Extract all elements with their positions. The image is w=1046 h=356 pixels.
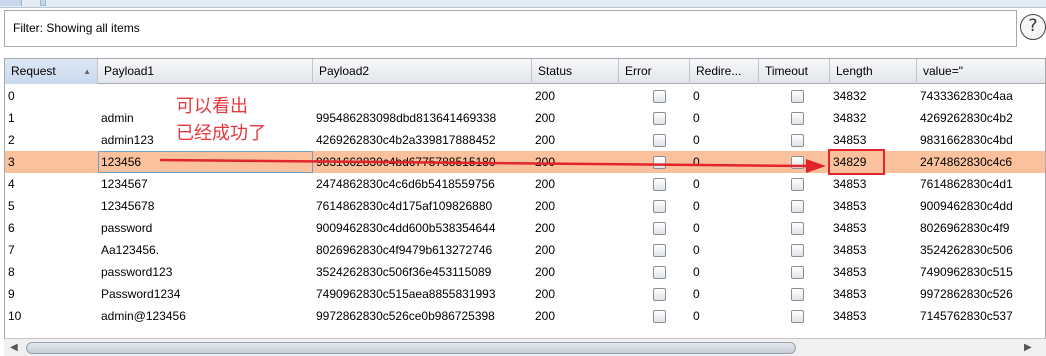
scroll-right-icon[interactable]: ▶	[1024, 342, 1032, 353]
scrollbar-thumb[interactable]	[26, 342, 796, 354]
annotation-arrow	[159, 158, 826, 173]
scroll-left-icon[interactable]: ◀	[10, 342, 18, 353]
length-highlight-box	[828, 149, 885, 175]
horizontal-scrollbar[interactable]: ◀ ▶	[4, 338, 1046, 356]
